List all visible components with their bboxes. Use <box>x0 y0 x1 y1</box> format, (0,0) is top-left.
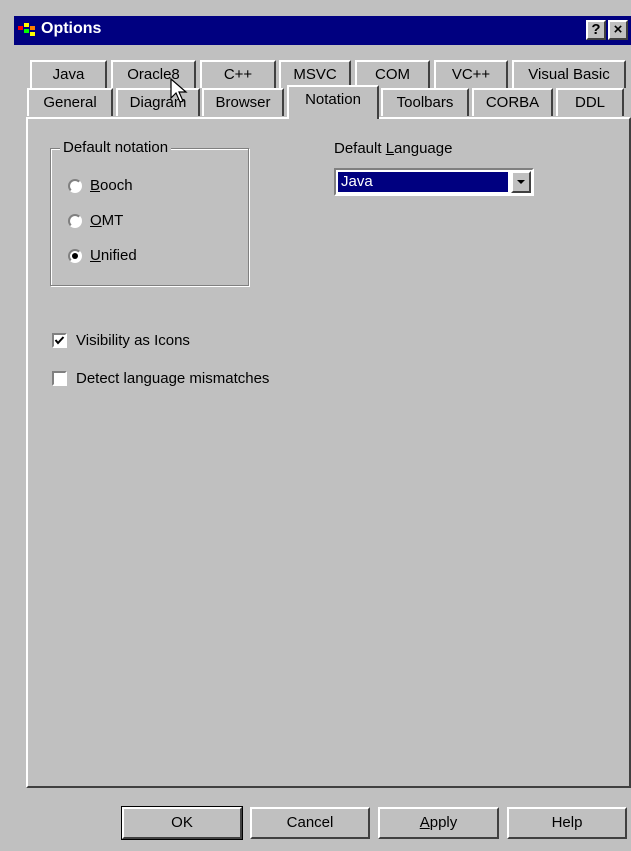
radio-selected-dot <box>72 252 78 259</box>
close-title-button[interactable]: × <box>608 20 628 40</box>
tab-visual-basic[interactable]: Visual Basic <box>512 60 626 88</box>
tab-java[interactable]: Java <box>30 60 107 88</box>
help-title-button[interactable]: ? <box>586 20 606 40</box>
selected-language: Java <box>338 172 508 192</box>
tab-toolbars[interactable]: Toolbars <box>381 88 469 116</box>
checkbox-label: Detect language mismatches <box>76 370 270 387</box>
tab-ddl[interactable]: DDL <box>556 88 624 116</box>
default-language-label: Default Language <box>334 140 453 157</box>
radio-button[interactable] <box>68 178 82 193</box>
tab-corba[interactable]: CORBA <box>472 88 553 116</box>
tab-vcpp[interactable]: VC++ <box>434 60 508 88</box>
notation-group-label: Default notation <box>60 139 172 156</box>
apply-button[interactable]: Apply <box>378 807 499 839</box>
tab-msvc[interactable]: MSVC <box>279 60 351 88</box>
window-title: Options <box>41 20 102 37</box>
checkbox[interactable] <box>52 333 67 348</box>
tab-notation[interactable]: Notation <box>287 85 379 119</box>
cancel-button[interactable]: Cancel <box>250 807 370 839</box>
options-dialog: Options ? × Java Oracle8 C++ MSVC COM VC… <box>0 0 631 851</box>
radio-omt[interactable]: OMT <box>68 212 123 229</box>
default-language-select[interactable]: Java <box>334 168 534 196</box>
tab-cpp[interactable]: C++ <box>200 60 276 88</box>
checkbox-detect-mismatches[interactable]: Detect language mismatches <box>52 370 269 387</box>
radio-label: Booch <box>90 177 133 194</box>
title-bar[interactable]: Options ? × <box>14 16 631 45</box>
ok-button[interactable]: OK <box>121 806 243 840</box>
radio-button[interactable] <box>68 248 82 263</box>
tab-general[interactable]: General <box>27 88 113 116</box>
radio-label: OMT <box>90 212 124 229</box>
checkmark-icon <box>54 336 65 345</box>
tab-browser[interactable]: Browser <box>202 88 284 116</box>
checkbox-visibility-icons[interactable]: Visibility as Icons <box>52 332 190 349</box>
checkbox-label: Visibility as Icons <box>76 332 190 349</box>
checkbox[interactable] <box>52 371 67 386</box>
chevron-down-icon <box>517 180 525 184</box>
radio-button[interactable] <box>68 213 82 228</box>
radio-label: Unified <box>90 247 137 264</box>
radio-booch[interactable]: Booch <box>68 177 133 194</box>
mouse-cursor-icon <box>170 78 188 103</box>
app-icon <box>18 23 35 36</box>
radio-unified[interactable]: Unified <box>68 247 137 264</box>
tab-com[interactable]: COM <box>355 60 430 88</box>
help-button[interactable]: Help <box>507 807 627 839</box>
dropdown-button[interactable] <box>511 171 531 193</box>
